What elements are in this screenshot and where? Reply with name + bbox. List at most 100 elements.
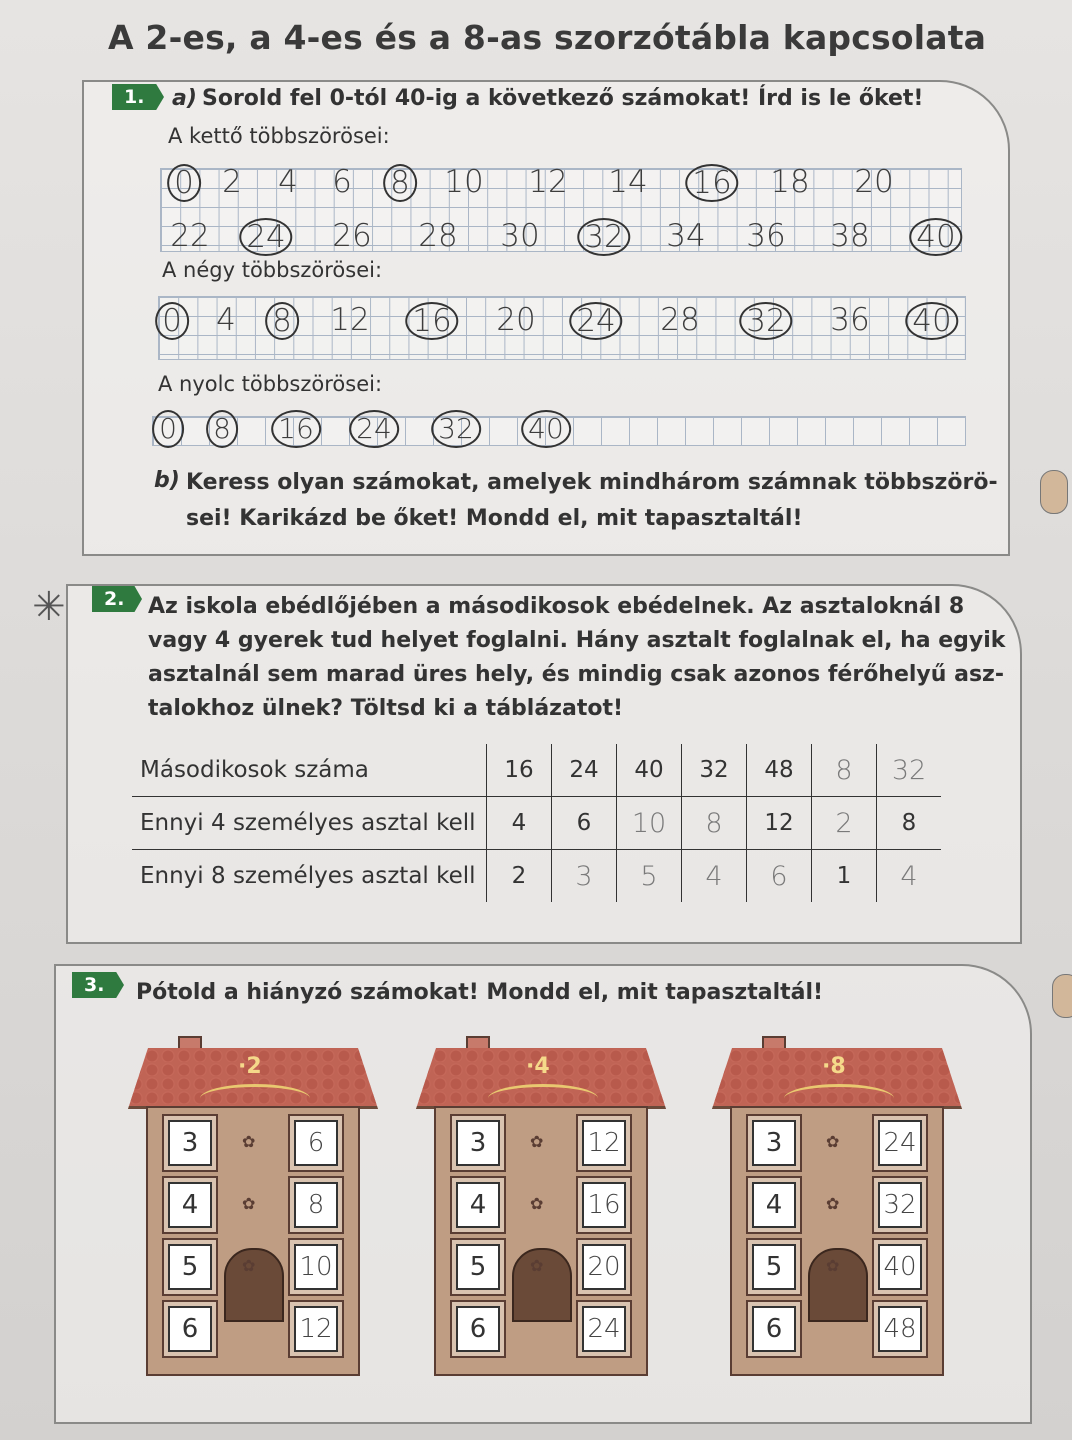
window-right: 16 bbox=[582, 1182, 626, 1228]
table-row: Ennyi 8 személyes asztal kell 2 3 5 4 6 1 4 bbox=[132, 849, 941, 902]
window-left: 3 bbox=[456, 1120, 500, 1166]
window-left: 5 bbox=[752, 1244, 796, 1290]
handwritten-cell: 8 bbox=[681, 796, 747, 850]
window-left: 5 bbox=[168, 1244, 212, 1290]
task3-number: 3. bbox=[72, 972, 124, 998]
flower-icon: ✿ bbox=[242, 1194, 256, 1213]
eights-label: A nyolc többszörösei: bbox=[158, 372, 383, 396]
handwritten-cell: 3 bbox=[551, 849, 617, 902]
circled-number: 32 bbox=[431, 410, 481, 448]
table-cell: 24 bbox=[551, 744, 617, 797]
task1-b-label: b) bbox=[154, 468, 180, 493]
window-left: 6 bbox=[168, 1306, 212, 1352]
task2-line1: Az iskola ebédlőjében a másodikosok ebéd… bbox=[148, 594, 965, 619]
written-number: 22 bbox=[170, 218, 210, 254]
task1-b-line2: sei! Karikázd be őket! Mondd el, mit tap… bbox=[186, 506, 803, 531]
task1-a-label: a) bbox=[172, 86, 197, 111]
handwritten-cell: 32 bbox=[876, 744, 941, 797]
handwritten-cell: 5 bbox=[616, 849, 682, 902]
written-number: 20 bbox=[854, 164, 894, 200]
written-number: 26 bbox=[332, 218, 372, 254]
house-illustration: ·4 3 ✿ 4 ✿ 5 ✿ 6 12 16 20 24 bbox=[416, 1036, 666, 1378]
child-illustration bbox=[1040, 470, 1068, 514]
table-cell: 32 bbox=[681, 744, 747, 797]
flower-icon: ✿ bbox=[530, 1256, 544, 1275]
written-number: 12 bbox=[528, 164, 568, 200]
twos-label: A kettő többszörösei: bbox=[168, 124, 390, 148]
task1-b-line1: Keress olyan számokat, amelyek mindhárom… bbox=[186, 470, 998, 495]
window-left: 5 bbox=[456, 1244, 500, 1290]
window-left: 6 bbox=[456, 1306, 500, 1352]
circled-number: 40 bbox=[521, 410, 571, 448]
written-number: 14 bbox=[608, 164, 648, 200]
table-cell: 40 bbox=[616, 744, 682, 797]
written-number: 28 bbox=[660, 302, 700, 338]
house-illustration: ·8 3 ✿ 4 ✿ 5 ✿ 6 24 32 40 48 bbox=[712, 1036, 962, 1378]
flower-icon: ✿ bbox=[826, 1256, 840, 1275]
written-number: 6 bbox=[332, 164, 352, 200]
circled-number: 24 bbox=[569, 302, 623, 340]
window-right: 24 bbox=[582, 1306, 626, 1352]
tables-table: Másodikosok száma 16 24 40 32 48 8 32 Ennyi 4 sz… bbox=[132, 744, 941, 902]
circled-number: 32 bbox=[739, 302, 793, 340]
flower-icon: ✿ bbox=[242, 1256, 256, 1275]
window-right: 8 bbox=[294, 1182, 338, 1228]
window-left: 4 bbox=[168, 1182, 212, 1228]
handwritten-cell: 8 bbox=[811, 744, 877, 797]
window-right: 32 bbox=[878, 1182, 922, 1228]
task2-line2: vagy 4 gyerek tud helyet foglalni. Hány … bbox=[148, 628, 1006, 653]
table-cell: 16 bbox=[486, 744, 552, 797]
circled-number: 8 bbox=[206, 410, 238, 448]
operation-label: ·8 bbox=[822, 1054, 846, 1079]
task2-line3: asztalnál sem marad üres hely, és mindig… bbox=[148, 662, 1004, 687]
window-left: 6 bbox=[752, 1306, 796, 1352]
workbook-page: A 2-es, a 4-es és a 8-as szorzótábla kap… bbox=[0, 0, 1072, 1440]
written-number: 10 bbox=[444, 164, 484, 200]
flower-icon: ✿ bbox=[530, 1132, 544, 1151]
circled-number: 32 bbox=[577, 218, 631, 256]
written-number: 2 bbox=[222, 164, 242, 200]
circled-number: 24 bbox=[239, 218, 293, 256]
window-right: 20 bbox=[582, 1244, 626, 1290]
circled-number: 8 bbox=[265, 302, 299, 340]
table-row: Másodikosok száma 16 24 40 32 48 8 32 bbox=[132, 744, 941, 797]
handwritten-cell: 2 bbox=[811, 796, 877, 850]
flower-icon: ✿ bbox=[826, 1132, 840, 1151]
circled-number: 0 bbox=[167, 164, 201, 202]
operation-label: ·4 bbox=[526, 1054, 550, 1079]
table-row: Ennyi 4 személyes asztal kell 4 6 10 8 12 2 8 bbox=[132, 796, 941, 850]
circled-number: 0 bbox=[152, 410, 184, 448]
handwritten-cell: 4 bbox=[876, 849, 941, 902]
written-number: 4 bbox=[216, 302, 236, 338]
window-left: 3 bbox=[752, 1120, 796, 1166]
window-right: 6 bbox=[294, 1120, 338, 1166]
flower-icon: ✿ bbox=[530, 1194, 544, 1213]
row-label: Másodikosok száma bbox=[140, 757, 369, 783]
task3-text: Pótold a hiányzó számokat! Mondd el, mit… bbox=[136, 980, 824, 1005]
row-label: Ennyi 8 személyes asztal kell bbox=[132, 849, 487, 902]
circled-number: 40 bbox=[909, 218, 963, 256]
handwritten-cell: 10 bbox=[616, 796, 682, 850]
written-number: 28 bbox=[418, 218, 458, 254]
window-right: 24 bbox=[878, 1120, 922, 1166]
table-cell: 2 bbox=[486, 849, 552, 902]
table-cell: 6 bbox=[551, 796, 617, 850]
row-label: Ennyi 4 személyes asztal kell bbox=[132, 796, 487, 850]
circled-number: 24 bbox=[349, 410, 399, 448]
table-cell: 4 bbox=[486, 796, 552, 850]
flower-icon: ✿ bbox=[826, 1194, 840, 1213]
circled-number: 0 bbox=[155, 302, 189, 340]
window-right: 40 bbox=[878, 1244, 922, 1290]
written-number: 36 bbox=[746, 218, 786, 254]
window-left: 4 bbox=[752, 1182, 796, 1228]
circled-number: 16 bbox=[271, 410, 321, 448]
task1-a-text: Sorold fel 0-tól 40-ig a következő számo… bbox=[202, 86, 924, 111]
window-right: 10 bbox=[294, 1244, 338, 1290]
house-illustration: ·2 3 ✿ 4 ✿ 5 ✿ 6 6 8 10 12 bbox=[128, 1036, 378, 1378]
task1-number: 1. bbox=[112, 84, 164, 110]
table-cell: 8 bbox=[876, 796, 941, 850]
task2-number: 2. bbox=[92, 586, 142, 612]
child-illustration bbox=[1052, 974, 1072, 1018]
window-left: 4 bbox=[456, 1182, 500, 1228]
flower-icon: ✿ bbox=[242, 1132, 256, 1151]
